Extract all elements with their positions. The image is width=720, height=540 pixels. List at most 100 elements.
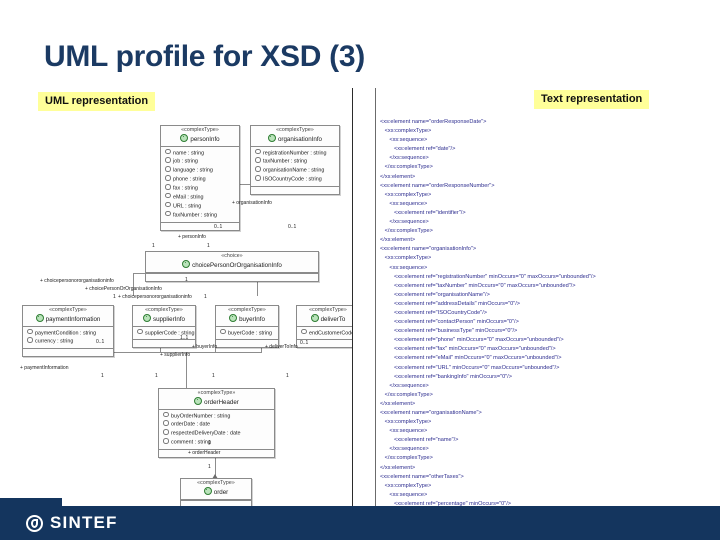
uml-attribute: faxNumber : string bbox=[165, 210, 236, 220]
uml-attribute: job : string bbox=[165, 157, 236, 166]
multiplicity-label: 1 bbox=[212, 373, 215, 379]
multiplicity-label: 0..1 bbox=[288, 224, 297, 230]
uml-class-supplierinfo[interactable]: «complexType» supplierInfo supplierCode … bbox=[132, 305, 196, 349]
xsd-line: <xs:sequence> bbox=[380, 200, 428, 207]
multiplicity-label: 1..1 bbox=[180, 335, 189, 341]
role-label: + choicepersonororganisationinfo bbox=[118, 294, 192, 300]
uml-class-choicepersonororganisationinfo[interactable]: «choice» choicePersonOrOrganisationInfo bbox=[145, 251, 319, 282]
page-title: UML profile for XSD (3) bbox=[44, 40, 365, 73]
xsd-line: <xs:element ref="identifier"/> bbox=[380, 209, 466, 216]
role-label: + buyerInfo bbox=[192, 344, 218, 350]
xsd-line: <xs:sequence> bbox=[380, 428, 428, 435]
xsd-line: <xs:element ref="fax" minOccurs="0" maxO… bbox=[380, 346, 556, 353]
uml-attribute-list: endCustomerCode : string bbox=[297, 327, 352, 340]
xsd-line: <xs:element ref="eMail" minOccurs="0" ma… bbox=[380, 355, 562, 362]
uml-operations-compartment bbox=[161, 221, 239, 230]
uml-class-name: orderHeader bbox=[162, 396, 271, 407]
footer-bar: SINTEF bbox=[0, 506, 720, 540]
uml-attribute: organisationName : string bbox=[255, 166, 336, 175]
role-label: + organisationInfo bbox=[232, 200, 272, 206]
multiplicity-label: 1 bbox=[204, 294, 207, 300]
pane-divider bbox=[352, 88, 353, 540]
xsd-line: <xs:element ref="date"/> bbox=[380, 146, 456, 153]
footer-notch bbox=[0, 498, 62, 506]
multiplicity-label: 1 bbox=[286, 373, 289, 379]
xsd-line: </xs:element> bbox=[380, 464, 416, 471]
uml-class-header: «complexType» orderHeader bbox=[159, 389, 274, 410]
uml-class-header: «complexType» organisationInfo bbox=[251, 126, 339, 147]
multiplicity-label: 1 bbox=[185, 277, 188, 283]
xsd-line: </xs:sequence> bbox=[380, 219, 429, 226]
uml-attribute: name : string bbox=[165, 148, 236, 158]
class-icon bbox=[182, 259, 191, 268]
uml-operations-compartment bbox=[251, 186, 339, 194]
xsd-line: <xs:complexType> bbox=[380, 128, 432, 135]
uml-class-paymentinformation[interactable]: «complexType» paymentInformation payment… bbox=[22, 305, 114, 358]
uml-attribute: language : string bbox=[165, 166, 236, 175]
multiplicity-label: 1 bbox=[155, 373, 158, 379]
xsd-line: <xs:complexType> bbox=[380, 482, 432, 489]
xsd-line: <xs:sequence> bbox=[380, 137, 428, 144]
class-icon bbox=[180, 133, 189, 142]
uml-diagram-pane: «complexType» personInfo name : string j… bbox=[0, 88, 352, 540]
role-label: + paymentInformation bbox=[20, 365, 69, 371]
multiplicity-label: 1 bbox=[101, 373, 104, 379]
uml-attribute: taxNumber : string bbox=[255, 157, 336, 166]
sintef-swirl-icon bbox=[26, 514, 43, 532]
sintef-logo: SINTEF bbox=[26, 513, 118, 533]
class-icon bbox=[143, 313, 151, 322]
xsd-line: <xs:element ref="bankingInfo" minOccurs=… bbox=[380, 373, 512, 380]
xsd-line: <xs:element ref="organisationName"/> bbox=[380, 291, 490, 298]
multiplicity-label: 0..1 bbox=[96, 339, 105, 345]
xsd-line: </xs:complexType> bbox=[380, 455, 433, 462]
role-label: + orderHeader bbox=[188, 450, 221, 456]
pane-divider-secondary bbox=[375, 88, 376, 540]
uml-class-name: paymentInformation bbox=[26, 313, 110, 324]
xsd-line: <xs:element ref="businessType" minOccurs… bbox=[380, 328, 518, 335]
uml-attribute: orderDate : date bbox=[163, 420, 271, 429]
multiplicity-label: 1 bbox=[208, 464, 211, 470]
class-icon bbox=[194, 396, 203, 405]
uml-attributes-compartment bbox=[146, 272, 318, 281]
xsd-line: </xs:sequence> bbox=[380, 446, 429, 453]
uml-attribute: eMail : string bbox=[165, 192, 236, 202]
uml-class-buyerinfo[interactable]: «complexType» buyerInfo buyerCode : stri… bbox=[215, 305, 279, 349]
multiplicity-label: 0..1 bbox=[300, 340, 309, 346]
xsd-line: </xs:element> bbox=[380, 237, 416, 244]
uml-class-header: «choice» choicePersonOrOrganisationInfo bbox=[146, 252, 318, 273]
uml-class-name: buyerInfo bbox=[219, 313, 275, 324]
xsd-line: </xs:sequence> bbox=[380, 155, 429, 162]
uml-class-name: personInfo bbox=[164, 133, 236, 144]
uml-attribute: comment : string bbox=[163, 438, 271, 447]
uml-attribute: registrationNumber : string bbox=[255, 148, 336, 158]
xsd-line: </xs:sequence> bbox=[380, 382, 429, 389]
uml-class-orderheader[interactable]: «complexType» orderHeader buyOrderNumber… bbox=[158, 388, 275, 459]
uml-attribute: respectedDeliveryDate : date bbox=[163, 429, 271, 438]
xsd-line: <xs:element ref="registrationNumber" min… bbox=[380, 273, 596, 280]
xsd-line: </xs:complexType> bbox=[380, 228, 433, 235]
xsd-line: <xs:element ref="name"/> bbox=[380, 437, 459, 444]
uml-attribute-list: registrationNumber : string taxNumber : … bbox=[251, 147, 339, 187]
xsd-line: <xs:element ref="URL" minOccurs="0" maxO… bbox=[380, 364, 560, 371]
xsd-line: </xs:complexType> bbox=[380, 164, 433, 171]
multiplicity-label: 1 bbox=[207, 243, 210, 249]
xsd-line: <xs:element ref="taxNumber" minOccurs="0… bbox=[380, 282, 576, 289]
uml-class-personinfo[interactable]: «complexType» personInfo name : string j… bbox=[160, 125, 240, 231]
uml-attribute-list: paymentCondition : string currency : str… bbox=[23, 327, 113, 349]
xsd-text-pane: <xs:element name="orderResponseDate"> <x… bbox=[380, 118, 720, 540]
xsd-line: <xs:complexType> bbox=[380, 419, 432, 426]
role-label: + choicePersonOrOrganisationInfo bbox=[85, 286, 162, 292]
uml-attribute-list: buyerCode : string bbox=[216, 327, 278, 340]
class-icon bbox=[310, 313, 319, 322]
xsd-line: </xs:element> bbox=[380, 400, 416, 407]
xsd-line: <xs:element name="otherTaxes"> bbox=[380, 473, 464, 480]
xsd-line: <xs:element name="orderResponseDate"> bbox=[380, 119, 487, 125]
uml-class-name: deliverTo bbox=[300, 313, 352, 324]
uml-class-organisationinfo[interactable]: «complexType» organisationInfo registrat… bbox=[250, 125, 340, 196]
uml-class-name: order bbox=[184, 486, 248, 497]
role-label: + personInfo bbox=[178, 234, 206, 240]
xsd-line: </xs:complexType> bbox=[380, 391, 433, 398]
xsd-line: <xs:element name="organisationInfo"> bbox=[380, 246, 477, 253]
sintef-logo-text: SINTEF bbox=[50, 513, 118, 532]
connector-line bbox=[186, 352, 261, 353]
